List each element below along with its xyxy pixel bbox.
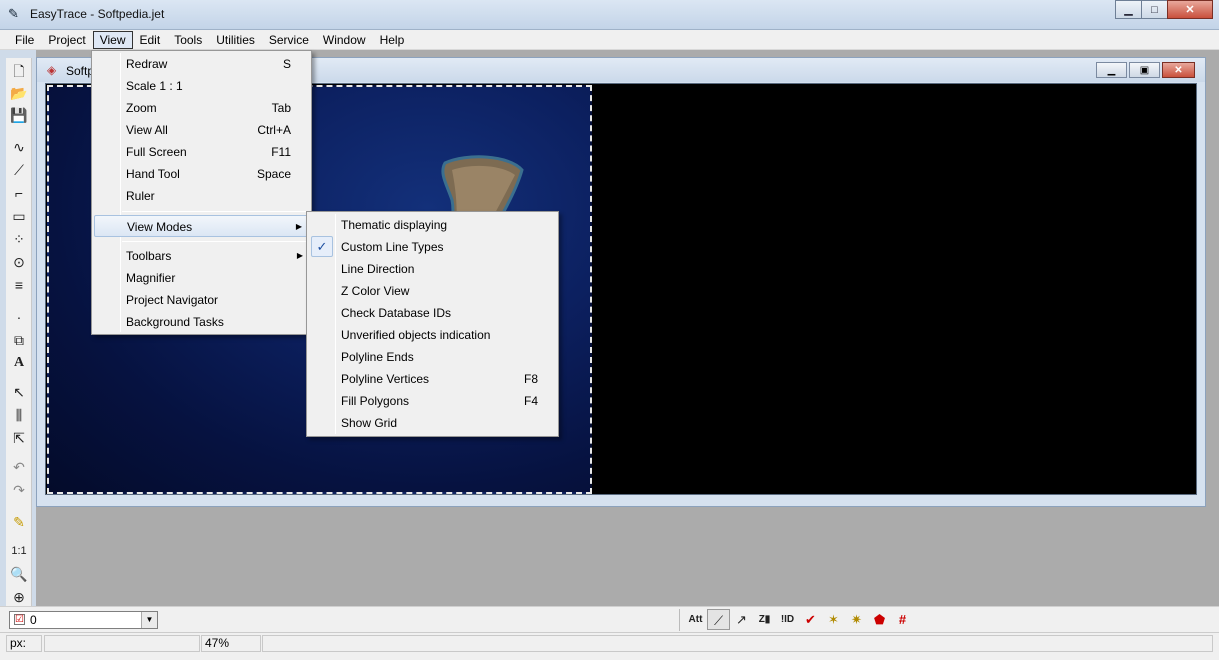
fill-polygons-icon[interactable]: ⬟: [868, 609, 891, 630]
menu-edit[interactable]: Edit: [133, 31, 168, 49]
title-bar: ✎ EasyTrace - Softpedia.jet ▁ □ ✕: [0, 0, 1219, 30]
menu-separator: [122, 241, 309, 242]
coord-label: px:: [6, 635, 42, 652]
symbol-icon[interactable]: ⧉: [9, 331, 29, 349]
menu-service[interactable]: Service: [262, 31, 316, 49]
menu-item-redraw[interactable]: Redraw S: [94, 53, 309, 75]
scale-one-icon[interactable]: 1:1: [9, 542, 29, 560]
circle-icon[interactable]: ⊙: [9, 253, 29, 271]
zoom-level: 47%: [201, 635, 261, 652]
menu-item-full-screen[interactable]: Full Screen F11: [94, 141, 309, 163]
status-message: [262, 635, 1213, 652]
menu-item-show-grid[interactable]: Show Grid: [309, 412, 556, 434]
document-close-button[interactable]: ✕: [1162, 62, 1195, 78]
point-icon[interactable]: ·: [9, 308, 29, 326]
menu-item-magnifier[interactable]: Magnifier: [94, 267, 309, 289]
verify-icon[interactable]: ✔: [799, 609, 822, 630]
chevron-down-icon[interactable]: ▼: [141, 612, 157, 628]
layer-value: 0: [30, 613, 37, 627]
attribute-icon[interactable]: Att: [684, 609, 707, 630]
check-id-icon[interactable]: !ID: [776, 609, 799, 630]
grid-icon[interactable]: #: [891, 609, 914, 630]
view-mode-toolbar: Att ⟋ ↗ Z▮ !ID ✔ ✶ ✷ ⬟ #: [679, 609, 914, 631]
layer-select[interactable]: ☑ 0 ▼: [9, 611, 158, 629]
left-toolbar: 🗋 📂 💾 ∿ ⟋ ⌐ ▭ ⁘ ⊙ ≡ · ⧉ A ↖ ⫼ ⇱ ↶ ↷ ✎ 1:…: [6, 58, 32, 608]
menu-item-line-direction[interactable]: Line Direction: [309, 258, 556, 280]
text-icon[interactable]: A: [9, 354, 29, 372]
menu-window[interactable]: Window: [316, 31, 373, 49]
menu-item-fill-polygons[interactable]: Fill Polygons F4: [309, 390, 556, 412]
curve-icon[interactable]: ∿: [9, 138, 29, 156]
document-controls: ▁ ▣ ✕: [1094, 62, 1195, 78]
orthogonal-line-icon[interactable]: ⌐: [9, 184, 29, 202]
menu-item-view-all[interactable]: View All Ctrl+A: [94, 119, 309, 141]
status-bar: px: 47%: [0, 632, 1219, 660]
maximize-button[interactable]: □: [1141, 0, 1168, 19]
open-icon[interactable]: 📂: [9, 84, 29, 102]
select-area-icon[interactable]: ⇱: [9, 429, 29, 447]
document-restore-button[interactable]: ▣: [1129, 62, 1160, 78]
menu-help[interactable]: Help: [373, 31, 412, 49]
select-icon[interactable]: ↖: [9, 383, 29, 401]
undo-icon[interactable]: ↶: [9, 458, 29, 476]
document-title: Softp: [66, 64, 95, 78]
menu-project[interactable]: Project: [41, 31, 92, 49]
line-direction-icon[interactable]: ↗: [730, 609, 753, 630]
menu-item-unverified-objects[interactable]: Unverified objects indication: [309, 324, 556, 346]
minimize-button[interactable]: ▁: [1115, 0, 1142, 19]
menu-item-scale-1-1[interactable]: Scale 1 : 1: [94, 75, 309, 97]
polyline-vertices-icon[interactable]: ✷: [845, 609, 868, 630]
layer-check-icon[interactable]: ☑: [14, 614, 25, 625]
menu-item-thematic-displaying[interactable]: Thematic displaying: [309, 214, 556, 236]
z-color-icon[interactable]: Z▮: [753, 609, 776, 630]
bottom-toolbar: ☑ 0 ▼ Att ⟋ ↗ Z▮ !ID ✔ ✶ ✷ ⬟ #: [0, 606, 1219, 632]
document-minimize-button[interactable]: ▁: [1096, 62, 1127, 78]
checkmark-icon: ✓: [311, 236, 333, 257]
menu-item-hand-tool[interactable]: Hand Tool Space: [94, 163, 309, 185]
new-project-icon[interactable]: 🗋: [9, 62, 29, 80]
polyline-icon[interactable]: ⟋: [9, 161, 29, 179]
menu-file[interactable]: File: [8, 31, 41, 49]
document-icon: ◈: [47, 63, 57, 77]
submenu-arrow-icon: ▶: [296, 251, 303, 260]
save-icon[interactable]: 💾: [9, 106, 29, 124]
pencil-icon[interactable]: ✎: [9, 513, 29, 531]
rectangle-icon[interactable]: ▭: [9, 207, 29, 225]
menu-bar: File Project View Edit Tools Utilities S…: [0, 30, 1219, 50]
menu-item-check-database-ids[interactable]: Check Database IDs: [309, 302, 556, 324]
menu-item-toolbars[interactable]: Toolbars ▶: [94, 245, 309, 267]
menu-item-background-tasks[interactable]: Background Tasks: [94, 311, 309, 333]
menu-view[interactable]: View: [92, 30, 133, 49]
polyline-ends-icon[interactable]: ✶: [822, 609, 845, 630]
window-title: EasyTrace - Softpedia.jet: [30, 7, 165, 21]
close-button[interactable]: ✕: [1167, 0, 1213, 19]
menu-item-zoom[interactable]: Zoom Tab: [94, 97, 309, 119]
submenu-arrow-icon: ▶: [295, 222, 302, 231]
view-menu: Redraw S Scale 1 : 1 Zoom Tab View All Ctrl…: [91, 50, 312, 335]
coord-value: [44, 635, 200, 652]
line-style-icon[interactable]: ⟋: [707, 609, 730, 630]
menu-item-polyline-ends[interactable]: Polyline Ends: [309, 346, 556, 368]
menu-item-ruler[interactable]: Ruler: [94, 185, 309, 207]
easytrace-icon[interactable]: ✎: [8, 7, 22, 21]
menu-tools[interactable]: Tools: [167, 31, 209, 49]
menu-item-z-color-view[interactable]: Z Color View: [309, 280, 556, 302]
zoom-all-icon[interactable]: ⊕: [9, 588, 29, 606]
menu-item-view-modes[interactable]: View Modes ▶: [94, 215, 309, 237]
window-controls: ▁ □ ✕: [1115, 0, 1213, 20]
menu-utilities[interactable]: Utilities: [209, 31, 262, 49]
menu-item-polyline-vertices[interactable]: Polyline Vertices F8: [309, 368, 556, 390]
select-objects-icon[interactable]: ⫼: [9, 406, 29, 424]
parallel-lines-icon[interactable]: ≡: [9, 276, 29, 294]
menu-separator: [122, 211, 309, 212]
redo-icon[interactable]: ↷: [9, 481, 29, 499]
zoom-icon[interactable]: 🔍: [9, 565, 29, 583]
view-modes-submenu: Thematic displaying ✓ Custom Line Types L…: [306, 211, 559, 437]
menu-item-project-navigator[interactable]: Project Navigator: [94, 289, 309, 311]
menu-item-custom-line-types[interactable]: ✓ Custom Line Types: [309, 236, 556, 258]
dotted-curve-icon[interactable]: ⁘: [9, 230, 29, 248]
